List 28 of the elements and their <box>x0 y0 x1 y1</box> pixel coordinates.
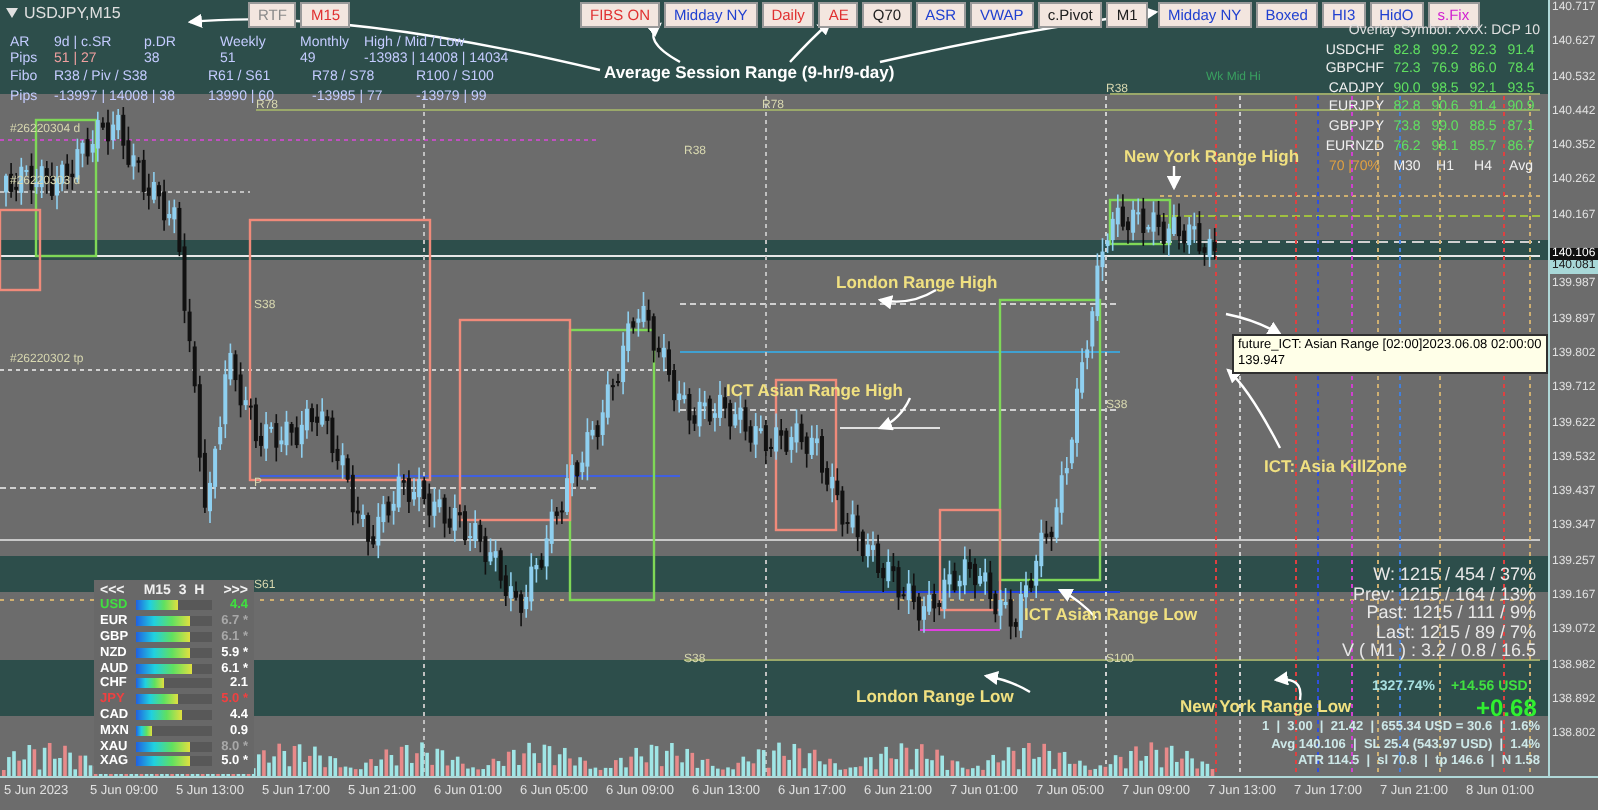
stats-line: W: 1215 / 454 / 37% <box>1373 566 1536 585</box>
chart-symbol: USDJPY,M15 <box>24 4 121 22</box>
pips-label: +0.68 <box>1476 694 1537 722</box>
arrow <box>789 20 832 63</box>
annotation-label: New York Range Low <box>1180 696 1352 716</box>
arrow <box>983 671 1031 694</box>
annotation-label: ICT: Asia KillZone <box>1264 456 1407 476</box>
collapse-icon <box>6 8 18 18</box>
arrow <box>1273 671 1302 701</box>
stats-line: Last: 1215 / 89 / 7% <box>1375 623 1536 642</box>
annotation-label: ICT Asian Range Low <box>1024 604 1198 624</box>
annotation-label: London Range High <box>836 272 998 292</box>
arrow <box>646 22 681 64</box>
arrow <box>877 397 912 430</box>
arrow <box>1166 166 1182 191</box>
arrow <box>1225 312 1283 336</box>
stats-line: Past: 1215 / 111 / 9% <box>1366 604 1536 623</box>
stats-line: Prev: 1215 / 164 / 13% <box>1352 585 1536 604</box>
level-line <box>919 629 1001 631</box>
arrow <box>877 288 937 310</box>
arrow <box>1226 368 1282 449</box>
annotation-label: Average Session Range (9-hr/9-day) <box>604 62 895 82</box>
arrow <box>1057 588 1097 619</box>
level-line <box>839 427 941 429</box>
session-box <box>1108 198 1172 246</box>
stats-line: V ( M1 ) : 3.2 / 0.8 / 16.5 <box>1341 642 1536 661</box>
annotation-label: New York Range High <box>1124 146 1300 166</box>
annotation-label: London Range Low <box>856 686 1014 706</box>
